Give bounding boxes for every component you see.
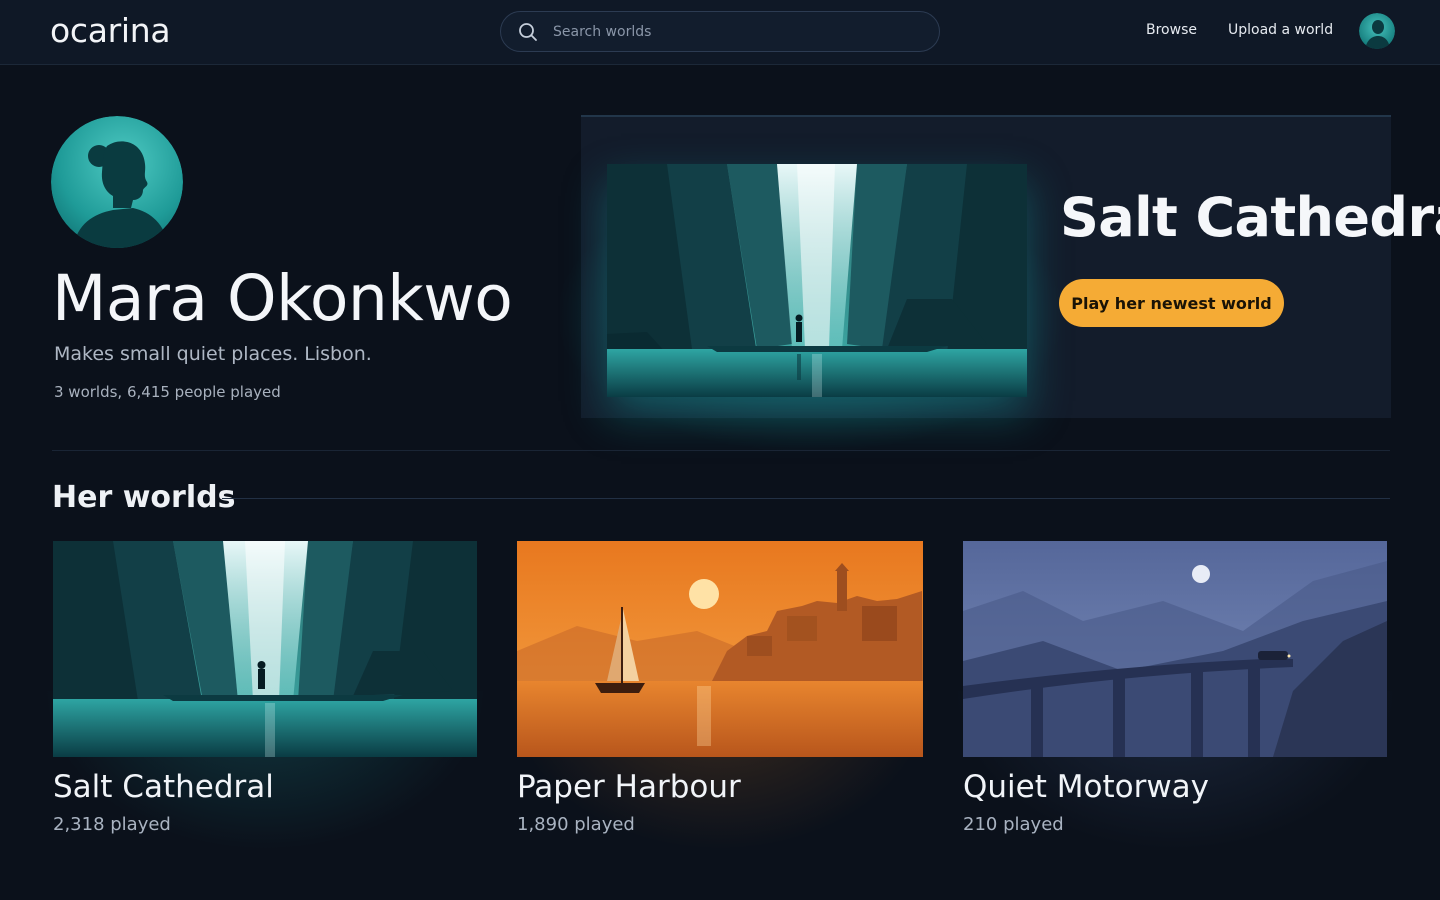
world-played-count: 210 played [963,814,1064,835]
search-icon [518,22,538,42]
profile-bio: Makes small quiet places. Lisbon. [54,343,372,365]
world-card[interactable]: Quiet Motorway 210 played [953,541,1397,851]
world-thumbnail[interactable] [963,541,1387,757]
world-title[interactable]: Paper Harbour [517,769,741,805]
world-title[interactable]: Salt Cathedral [53,769,274,805]
featured-world-title: Salt Cathedral [1060,186,1440,249]
section-divider [52,450,1390,451]
section-rule [222,498,1390,499]
app-logo[interactable]: ocarina [50,11,171,50]
world-thumbnail[interactable] [517,541,923,757]
search-input[interactable] [553,12,923,51]
profile-name: Mara Okonkwo [52,262,513,335]
user-avatar[interactable] [1359,13,1395,49]
world-thumbnail[interactable] [53,541,477,757]
nav-upload-link[interactable]: Upload a world [1228,22,1333,38]
section-title: Her worlds [52,480,236,515]
profile-avatar [51,116,183,248]
world-played-count: 2,318 played [53,814,171,835]
nav-browse-link[interactable]: Browse [1146,22,1197,38]
top-bar: ocarina Browse Upload a world [0,0,1440,65]
search-box[interactable] [500,11,940,52]
profile-stats: 3 worlds, 6,415 people played [54,383,281,401]
world-card[interactable]: Salt Cathedral 2,318 played [43,541,487,851]
world-title[interactable]: Quiet Motorway [963,769,1209,805]
world-played-count: 1,890 played [517,814,635,835]
play-newest-world-button[interactable]: Play her newest world [1059,279,1284,327]
featured-world-image[interactable] [607,164,1027,397]
world-card[interactable]: Paper Harbour 1,890 played [507,541,933,851]
